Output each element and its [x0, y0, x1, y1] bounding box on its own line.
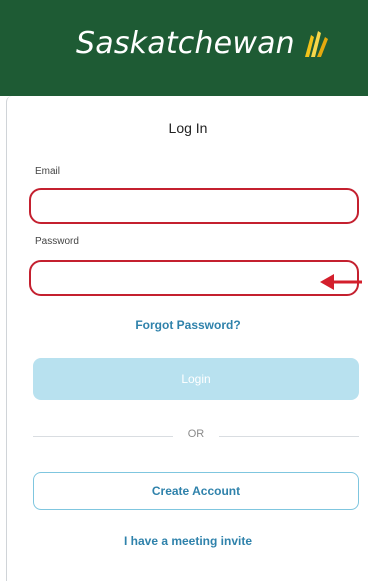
or-label: OR: [187, 428, 205, 440]
brand-name: Saskatchewan: [76, 26, 295, 61]
password-field[interactable]: [29, 260, 359, 296]
email-field[interactable]: [29, 188, 359, 224]
page-title: Log In: [168, 120, 208, 136]
red-arrow-icon: [320, 274, 362, 290]
or-divider: OR: [33, 428, 359, 444]
login-button[interactable]: Login: [33, 358, 359, 400]
brand-logo: Saskatchewan: [76, 24, 329, 64]
email-label: Email: [35, 166, 61, 177]
create-account-button[interactable]: Create Account: [33, 472, 359, 510]
forgot-password-link[interactable]: Forgot Password?: [7, 318, 368, 332]
meeting-invite-link[interactable]: I have a meeting invite: [7, 534, 368, 548]
login-card: Log In Email Password Forgot Password? L…: [6, 96, 368, 581]
site-header: Saskatchewan: [0, 0, 368, 96]
password-label: Password: [35, 236, 79, 247]
wheat-icon: [301, 29, 329, 59]
